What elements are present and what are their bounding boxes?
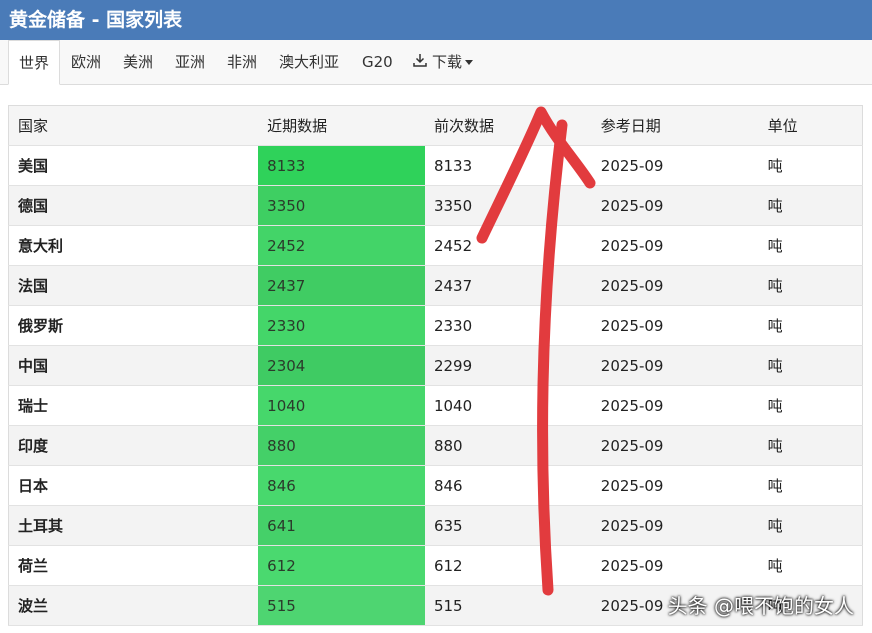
previous-value-cell: 3350	[424, 185, 592, 226]
unit-cell: 吨	[758, 385, 863, 426]
recent-value-cell: 880	[258, 425, 425, 466]
recent-value-cell: 3350	[258, 185, 425, 226]
tab-australia[interactable]: 澳大利亚	[279, 40, 339, 85]
table-row: 意大利 2452 2452 2025-09 吨	[8, 225, 863, 266]
country-cell[interactable]: 波兰	[8, 585, 259, 626]
previous-value-cell: 846	[424, 465, 592, 506]
download-icon	[412, 41, 428, 85]
country-cell[interactable]: 日本	[8, 465, 259, 506]
reference-date-cell: 2025-09	[591, 225, 759, 266]
country-cell[interactable]: 德国	[8, 185, 259, 226]
recent-value-cell: 846	[258, 465, 425, 506]
table-row: 瑞士 1040 1040 2025-09 吨	[8, 385, 863, 426]
tab-world[interactable]: 世界	[8, 40, 61, 85]
unit-cell: 吨	[758, 425, 863, 466]
download-label: 下载	[432, 53, 463, 71]
table-row: 日本 846 846 2025-09 吨	[8, 465, 863, 506]
col-header-unit[interactable]: 单位	[758, 105, 863, 146]
recent-value-cell: 1040	[258, 385, 425, 426]
country-cell[interactable]: 意大利	[8, 225, 259, 266]
unit-cell: 吨	[758, 345, 863, 386]
country-cell[interactable]: 美国	[8, 145, 259, 186]
table-row: 荷兰 612 612 2025-09 吨	[8, 545, 863, 586]
col-header-previous[interactable]: 前次数据	[424, 105, 592, 146]
country-cell[interactable]: 荷兰	[8, 545, 259, 586]
table-row: 土耳其 641 635 2025-09 吨	[8, 505, 863, 546]
table-row: 法国 2437 2437 2025-09 吨	[8, 265, 863, 306]
country-cell[interactable]: 中国	[8, 345, 259, 386]
reference-date-cell: 2025-09	[591, 185, 759, 226]
reference-date-cell: 2025-09	[591, 545, 759, 586]
download-button[interactable]: 下载	[412, 40, 474, 85]
tab-asia[interactable]: 亚洲	[175, 40, 205, 85]
country-cell[interactable]: 瑞士	[8, 385, 259, 426]
recent-value-cell: 2437	[258, 265, 425, 306]
reference-date-cell: 2025-09	[591, 345, 759, 386]
unit-cell: 吨	[758, 305, 863, 346]
previous-value-cell: 2437	[424, 265, 592, 306]
table-row: 印度 880 880 2025-09 吨	[8, 425, 863, 466]
previous-value-cell: 2330	[424, 305, 592, 346]
unit-cell: 吨	[758, 265, 863, 306]
previous-value-cell: 880	[424, 425, 592, 466]
previous-value-cell: 2452	[424, 225, 592, 266]
recent-value-cell: 2452	[258, 225, 425, 266]
reference-date-cell: 2025-09	[591, 465, 759, 506]
tab-bar: 世界 欧洲 美洲 亚洲 非洲 澳大利亚 G20 下载	[0, 40, 872, 85]
col-header-recent[interactable]: 近期数据	[258, 105, 425, 146]
unit-cell: 吨	[758, 505, 863, 546]
tab-europe[interactable]: 欧洲	[71, 40, 101, 85]
recent-value-cell: 515	[258, 585, 425, 626]
table-row: 德国 3350 3350 2025-09 吨	[8, 185, 863, 226]
reference-date-cell: 2025-09	[591, 505, 759, 546]
country-cell[interactable]: 印度	[8, 425, 259, 466]
previous-value-cell: 1040	[424, 385, 592, 426]
page-title: 黄金储备 - 国家列表	[0, 0, 872, 40]
recent-value-cell: 641	[258, 505, 425, 546]
previous-value-cell: 635	[424, 505, 592, 546]
table-header-row: 国家 近期数据 前次数据 参考日期 单位	[8, 105, 863, 146]
tab-africa[interactable]: 非洲	[227, 40, 257, 85]
reference-date-cell: 2025-09	[591, 305, 759, 346]
gold-reserves-table: 国家 近期数据 前次数据 参考日期 单位 美国 8133 8133 2025-09 吨德…	[8, 105, 863, 626]
recent-value-cell: 2330	[258, 305, 425, 346]
table-row: 俄罗斯 2330 2330 2025-09 吨	[8, 305, 863, 346]
unit-cell: 吨	[758, 145, 863, 186]
recent-value-cell: 612	[258, 545, 425, 586]
reference-date-cell: 2025-09	[591, 385, 759, 426]
previous-value-cell: 8133	[424, 145, 592, 186]
country-cell[interactable]: 土耳其	[8, 505, 259, 546]
col-header-date[interactable]: 参考日期	[591, 105, 759, 146]
unit-cell: 吨	[758, 225, 863, 266]
previous-value-cell: 612	[424, 545, 592, 586]
country-cell[interactable]: 俄罗斯	[8, 305, 259, 346]
reference-date-cell: 2025-09	[591, 265, 759, 306]
reference-date-cell: 2025-09	[591, 145, 759, 186]
country-cell[interactable]: 法国	[8, 265, 259, 306]
unit-cell: 吨	[758, 465, 863, 506]
previous-value-cell: 515	[424, 585, 592, 626]
recent-value-cell: 2304	[258, 345, 425, 386]
reference-date-cell: 2025-09	[591, 425, 759, 466]
unit-cell: 吨	[758, 185, 863, 226]
unit-cell: 吨	[758, 545, 863, 586]
caret-down-icon	[465, 60, 474, 65]
tab-g20[interactable]: G20	[362, 40, 393, 85]
table-row: 中国 2304 2299 2025-09 吨	[8, 345, 863, 386]
watermark: 头条 @喂不饱的女人	[667, 594, 854, 618]
col-header-country[interactable]: 国家	[8, 105, 259, 146]
table-row: 美国 8133 8133 2025-09 吨	[8, 145, 863, 186]
tab-americas[interactable]: 美洲	[123, 40, 153, 85]
previous-value-cell: 2299	[424, 345, 592, 386]
recent-value-cell: 8133	[258, 145, 425, 186]
